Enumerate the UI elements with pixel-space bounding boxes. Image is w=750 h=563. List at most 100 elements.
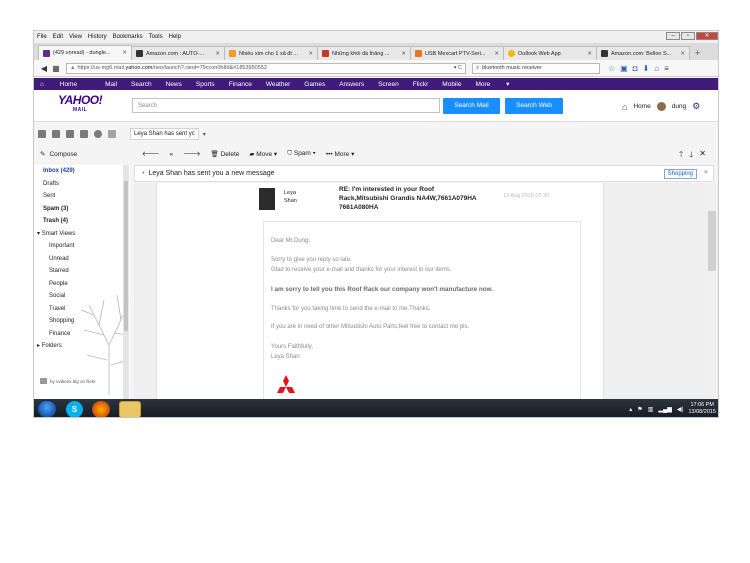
yahoo-nav-weather[interactable]: Weather xyxy=(266,81,290,88)
yahoo-nav-mobile[interactable]: Mobile xyxy=(442,81,461,88)
yahoo-nav-sports[interactable]: Sports xyxy=(196,81,215,88)
notepad-icon[interactable] xyxy=(80,130,88,138)
yahoo-nav-mail[interactable]: Mail xyxy=(105,81,117,88)
search-web-button[interactable]: Search Web xyxy=(505,98,563,114)
delete-button[interactable]: 🗑 Delete xyxy=(211,150,240,158)
minimize-icon[interactable]: – xyxy=(666,32,680,40)
search-mail-button[interactable]: Search Mail xyxy=(443,98,500,114)
menu-bookmarks[interactable]: Bookmarks xyxy=(113,34,143,40)
browser-tab[interactable]: Outlook Web App ✕ xyxy=(503,46,597,60)
yahoo-nav-answers[interactable]: Answers xyxy=(339,81,364,88)
sidebar-item-sent[interactable]: Sent xyxy=(34,190,130,203)
sidebar-item-inbox[interactable]: Inbox (429) xyxy=(34,165,130,178)
bookmark-star-icon[interactable]: ☆ xyxy=(608,64,615,73)
yahoo-nav-screen[interactable]: Screen xyxy=(378,81,399,88)
maximize-icon[interactable]: ▫ xyxy=(681,32,695,40)
browser-tab[interactable]: Nhiều xim cho 1 xã đt ... ✕ xyxy=(224,46,318,60)
sidebar-item-trash[interactable]: Trash (4) xyxy=(34,215,130,228)
download-icon[interactable]: ⬇ xyxy=(643,64,650,73)
open-message-tab[interactable]: Leya Shan has sent yc xyxy=(130,128,199,140)
next-message-icon[interactable]: 🡓 xyxy=(689,149,693,163)
start-button[interactable] xyxy=(37,400,57,417)
home-link[interactable]: Home xyxy=(633,103,650,110)
yahoo-nav-more[interactable]: More ▾ xyxy=(475,80,523,88)
tab-close-icon[interactable]: ✕ xyxy=(680,51,685,57)
clipboard-icon[interactable]: ▣ xyxy=(620,64,628,73)
browser-tab[interactable]: Những khối đá thắng ... ✕ xyxy=(317,46,411,60)
gear-icon[interactable]: ⚙ xyxy=(692,101,700,112)
sidebar-item-smart-views[interactable]: ▾ Smart Views xyxy=(34,228,130,241)
mail-search-input[interactable]: Search xyxy=(132,98,440,113)
pocket-icon[interactable]: ◘ xyxy=(633,64,638,73)
sidebar-item-starred[interactable]: Starred xyxy=(34,265,130,278)
home-icon[interactable]: ⌂ xyxy=(622,102,627,112)
close-icon[interactable]: ✕ xyxy=(696,32,718,40)
signal-icon[interactable]: ▂▄▆ xyxy=(658,406,671,413)
menu-view[interactable]: View xyxy=(69,34,82,40)
browser-tab[interactable]: Amazon.com : AUTO-... ✕ xyxy=(131,46,225,60)
skype-taskbar-icon[interactable]: S xyxy=(66,400,83,417)
hamburger-menu-icon[interactable]: ≡ xyxy=(664,64,669,73)
new-message-notification[interactable]: • Leya Shan has sent you a new message S… xyxy=(134,165,714,182)
back-icon[interactable]: ◀ xyxy=(38,64,50,73)
close-message-icon[interactable]: ✕ xyxy=(699,149,706,163)
mail-view-icon[interactable] xyxy=(38,130,46,138)
new-tab-icon[interactable]: + xyxy=(695,46,700,60)
menu-help[interactable]: Help xyxy=(169,34,181,40)
tab-close-icon[interactable]: ✕ xyxy=(587,51,592,57)
messenger-icon[interactable] xyxy=(108,130,116,138)
tab-close-icon[interactable]: ✕ xyxy=(494,51,499,57)
reload-icon[interactable]: ▾ C xyxy=(454,65,462,71)
newsfeed-icon[interactable] xyxy=(94,130,102,138)
explorer-taskbar-icon[interactable] xyxy=(119,400,141,417)
shopping-badge[interactable]: Shopping xyxy=(663,169,697,179)
search-bar[interactable]: ⌕ bluetooth music receiver xyxy=(472,62,600,74)
sender-avatar[interactable] xyxy=(259,188,275,210)
yahoo-nav-search[interactable]: Search xyxy=(131,81,152,88)
forward-icon[interactable]: 🡒 xyxy=(183,150,200,158)
yahoo-nav-news[interactable]: News xyxy=(166,81,182,88)
user-name[interactable]: dung xyxy=(672,103,686,110)
reply-all-icon[interactable]: « xyxy=(169,151,173,158)
sidebar-scrollbar-thumb[interactable] xyxy=(124,181,128,331)
yahoo-nav-home[interactable]: ⌂ Home xyxy=(40,81,91,88)
yahoo-mail-logo[interactable]: YAHOO! MAIL xyxy=(58,94,103,115)
browser-tab[interactable]: (429 unread) - dungle... ✕ xyxy=(38,45,132,60)
yahoo-nav-finance[interactable]: Finance xyxy=(229,81,252,88)
message-scrollbar-thumb[interactable] xyxy=(708,211,716,271)
star-icon[interactable]: ★ xyxy=(703,168,709,176)
browser-tab[interactable]: USB Mexcart PTV-Seri... ✕ xyxy=(410,46,504,60)
url-bar[interactable]: ▲ https://us-mg6.mail. yahoo.com/neo/laun… xyxy=(66,62,466,74)
menu-history[interactable]: History xyxy=(88,34,107,40)
tab-close-icon[interactable]: ✕ xyxy=(401,51,406,57)
network-icon[interactable]: ▥ xyxy=(648,406,654,413)
firefox-taskbar-icon[interactable] xyxy=(92,400,110,417)
sidebar-item-unread[interactable]: Unread xyxy=(34,253,130,266)
sidebar-item-spam[interactable]: Spam (3) xyxy=(34,203,130,216)
browser-tab[interactable]: Amazon.com: Bellon S... ✕ xyxy=(596,46,690,60)
grid-icon[interactable]: ▦ xyxy=(50,64,62,73)
spam-button[interactable]: ⛉ Spam ▾ xyxy=(287,150,316,158)
chevron-up-icon[interactable]: ▴ xyxy=(629,406,632,413)
contacts-icon[interactable] xyxy=(52,130,60,138)
reply-icon[interactable]: 🡐 xyxy=(142,150,159,158)
tab-close-icon[interactable]: ✕ xyxy=(308,51,313,57)
calendar-icon[interactable] xyxy=(66,130,74,138)
menu-edit[interactable]: Edit xyxy=(53,34,63,40)
tab-close-icon[interactable]: ✕ xyxy=(215,51,220,57)
chevron-down-icon[interactable]: ▾ xyxy=(203,131,206,138)
sender-name[interactable]: Leya Shan xyxy=(284,189,297,205)
home-icon[interactable]: ⌂ xyxy=(654,64,659,73)
menu-tools[interactable]: Tools xyxy=(149,34,163,40)
sidebar-item-drafts[interactable]: Drafts xyxy=(34,178,130,191)
move-button[interactable]: ▰ Move ▾ xyxy=(249,150,277,158)
clock[interactable]: 17:06 PM 13/08/2015 xyxy=(688,402,716,416)
yahoo-nav-games[interactable]: Games xyxy=(304,81,325,88)
tab-close-icon[interactable]: ✕ xyxy=(122,50,127,56)
yahoo-nav-flickr[interactable]: Flickr xyxy=(413,81,429,88)
volume-icon[interactable]: ◀) xyxy=(677,406,684,413)
previous-message-icon[interactable]: 🡑 xyxy=(679,149,683,163)
flag-icon[interactable]: ⚑ xyxy=(637,406,642,413)
menu-file[interactable]: File xyxy=(37,34,47,40)
avatar[interactable] xyxy=(656,102,666,111)
